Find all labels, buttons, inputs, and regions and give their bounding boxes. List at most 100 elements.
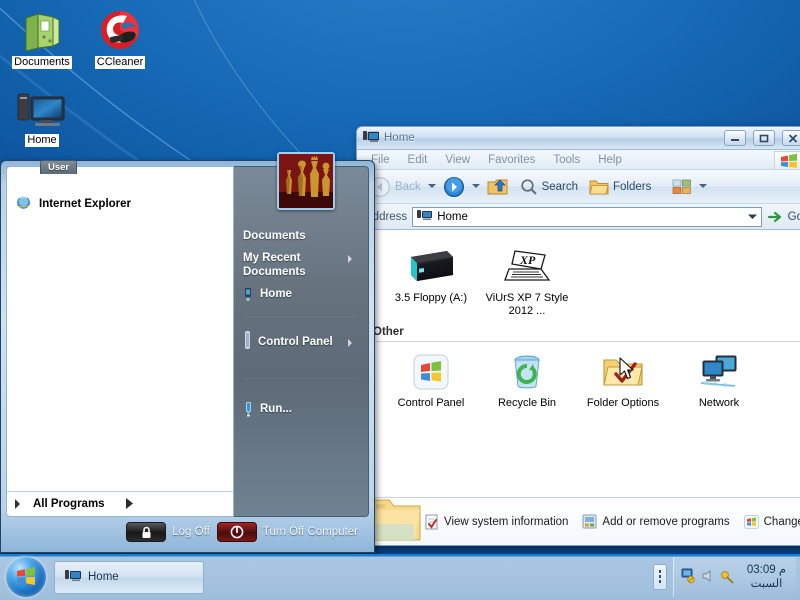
tray-icon-list[interactable] xyxy=(680,568,735,587)
desktop-icon-documents[interactable]: Documents xyxy=(4,6,80,69)
menu-help[interactable]: Help xyxy=(590,153,630,167)
explorer-toolbar[interactable]: Back Search Folders xyxy=(357,170,800,204)
desktop-icon-label: Home xyxy=(25,134,59,147)
file-item-viurs-xp[interactable]: XP ViUrS XP 7 Style 2012 ... xyxy=(483,238,571,318)
start-menu-left-pane[interactable]: Internet Explorer All Programs xyxy=(6,166,234,517)
restore-button[interactable] xyxy=(753,130,775,146)
file-group-other: Control Panel Recycle Bin Folder Options… xyxy=(387,343,800,410)
clock-day: السبت xyxy=(750,578,783,590)
file-item-recycle-bin[interactable]: Recycle Bin xyxy=(483,343,571,410)
file-item-folder-options[interactable]: Folder Options xyxy=(579,343,667,410)
network-tray-icon[interactable] xyxy=(680,568,697,587)
floppy-drive-icon xyxy=(387,244,475,290)
views-dropdown-icon[interactable] xyxy=(699,184,708,192)
status-link-view-system-information[interactable]: View system information xyxy=(425,514,568,530)
file-item-label: Recycle Bin xyxy=(497,397,557,409)
menu-tools[interactable]: Tools xyxy=(545,153,588,167)
back-label: Back xyxy=(395,180,421,193)
control-panel-icon xyxy=(243,331,252,354)
start-menu-item-label: Internet Explorer xyxy=(39,197,132,210)
add-remove-programs-icon xyxy=(582,514,597,529)
start-menu-item-label: Control Panel xyxy=(258,336,333,348)
all-programs-button[interactable]: All Programs xyxy=(7,491,233,516)
chevron-right-icon xyxy=(125,498,133,509)
taskbar[interactable]: Home 03:09 م السبت xyxy=(0,554,800,600)
tray-item-icon[interactable] xyxy=(719,568,735,587)
up-button[interactable] xyxy=(483,175,513,199)
start-menu-item-my-recent-documents[interactable]: My Recent Documents xyxy=(234,247,368,283)
svg-text:XP: XP xyxy=(519,253,536,267)
file-list[interactable]: 3.5 Floppy (A:) XP ViUrS XP 7 Style 2012… xyxy=(357,230,800,497)
search-label: Search xyxy=(541,180,579,193)
taskbar-button-home[interactable]: Home xyxy=(54,560,204,594)
file-item-label: Network xyxy=(698,397,740,409)
search-button[interactable]: Search xyxy=(516,176,582,198)
start-menu-item-documents[interactable]: Documents xyxy=(234,225,368,247)
folder-options-icon xyxy=(579,349,667,395)
log-off-button[interactable]: Log Off xyxy=(126,522,210,542)
change-setting-icon xyxy=(743,514,759,529)
explorer-title-bar[interactable]: Home xyxy=(357,127,800,150)
start-menu-item-control-panel[interactable]: Control Panel xyxy=(234,324,368,362)
address-dropdown-icon[interactable] xyxy=(747,211,758,223)
file-item-control-panel[interactable]: Control Panel xyxy=(387,343,475,410)
submenu-arrow-icon xyxy=(348,255,356,263)
menu-favorites[interactable]: Favorites xyxy=(480,153,543,167)
control-panel-icon xyxy=(387,349,475,395)
folders-button[interactable]: Folders xyxy=(585,176,655,198)
show-desktop-button[interactable] xyxy=(652,564,667,590)
triangle-right-icon xyxy=(15,498,25,509)
desktop[interactable]: Documents CCleaner Home Home File Edit V… xyxy=(0,0,800,600)
documents-folder-icon xyxy=(4,6,80,54)
desktop-icon-label: CCleaner xyxy=(94,56,146,69)
desktop-icon-label: Documents xyxy=(12,56,72,69)
taskbar-clock[interactable]: 03:09 م السبت xyxy=(741,563,792,591)
status-link-add-or-remove-programs[interactable]: Add or remove programs xyxy=(582,514,730,529)
my-computer-icon xyxy=(65,569,81,586)
minimize-button[interactable] xyxy=(724,130,746,146)
file-item-floppy[interactable]: 3.5 Floppy (A:) xyxy=(387,238,475,318)
status-link-label: Add or remove programs xyxy=(602,515,730,528)
start-menu-item-label: Home xyxy=(260,288,292,300)
desktop-icon-ccleaner[interactable]: CCleaner xyxy=(82,6,158,69)
start-button[interactable] xyxy=(6,557,46,597)
views-button[interactable] xyxy=(668,176,696,198)
start-menu-footer: Log Off Turn Off Computer xyxy=(6,517,369,547)
menu-view[interactable]: View xyxy=(437,153,478,167)
start-menu-item-run[interactable]: Run... xyxy=(234,386,368,424)
forward-button[interactable] xyxy=(439,174,469,200)
explorer-address-bar[interactable]: Address Home G xyxy=(357,204,800,230)
file-item-label: 3.5 Floppy (A:) xyxy=(394,292,468,304)
taskbar-window-buttons[interactable]: Home xyxy=(54,560,653,594)
address-input[interactable]: Home xyxy=(412,206,762,227)
system-tray[interactable]: 03:09 م السبت xyxy=(672,557,796,597)
status-link-change-a-setting[interactable]: Change a s xyxy=(743,514,800,529)
group-header-other: Other xyxy=(373,326,800,342)
explorer-status-bar[interactable]: View system information Add or remove pr… xyxy=(357,497,800,545)
user-picture[interactable] xyxy=(277,152,335,210)
system-info-icon xyxy=(425,514,438,529)
start-menu-item-home[interactable]: Home xyxy=(234,283,368,309)
windows-flag-icon xyxy=(774,151,800,170)
close-button[interactable] xyxy=(782,130,800,146)
explorer-content[interactable]: 3.5 Floppy (A:) XP ViUrS XP 7 Style 2012… xyxy=(357,230,800,497)
back-dropdown-icon[interactable] xyxy=(427,184,436,192)
start-menu-right-pane[interactable]: Documents My Recent Documents Home Contr… xyxy=(234,166,369,517)
explorer-window[interactable]: Home File Edit View Favorites Tools Help xyxy=(356,126,800,546)
file-item-label: Folder Options xyxy=(586,397,660,409)
desktop-icon-home[interactable]: Home xyxy=(4,84,80,147)
file-item-network[interactable]: Network xyxy=(675,343,763,410)
start-menu-item-label: Documents xyxy=(243,230,306,242)
explorer-menu-bar[interactable]: File Edit View Favorites Tools Help xyxy=(357,150,800,170)
volume-tray-icon[interactable] xyxy=(701,569,715,586)
chess-pieces-picture xyxy=(279,154,333,208)
go-button[interactable]: Go xyxy=(767,209,800,225)
file-group-drives: 3.5 Floppy (A:) XP ViUrS XP 7 Style 2012… xyxy=(387,238,800,318)
start-menu[interactable]: Internet Explorer All Programs Documents… xyxy=(0,160,375,553)
forward-dropdown-icon[interactable] xyxy=(471,184,480,192)
start-menu-pinned-list[interactable]: Internet Explorer xyxy=(7,167,233,491)
start-menu-item-internet-explorer[interactable]: Internet Explorer xyxy=(7,191,233,216)
menu-edit[interactable]: Edit xyxy=(400,153,436,167)
turn-off-computer-button[interactable]: Turn Off Computer xyxy=(216,522,358,542)
my-computer-icon xyxy=(417,209,433,225)
